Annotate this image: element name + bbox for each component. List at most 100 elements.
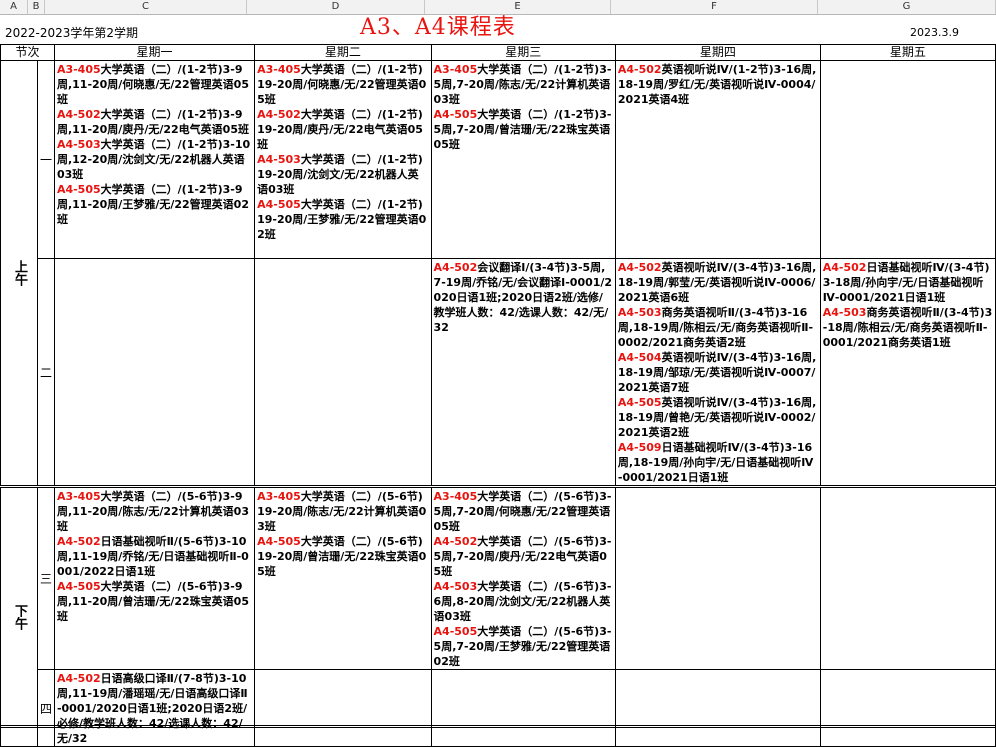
column-header-a[interactable]: A (0, 0, 28, 14)
room-code: A4-502 (822, 261, 867, 274)
room-code: A3-405 (56, 490, 101, 503)
course-entry: A4-504英语视听说Ⅳ/(3-4节)3-16周,18-19周/邹琼/无/英语视… (618, 350, 818, 395)
room-code: A4-505 (433, 108, 478, 121)
schedule-cell[interactable] (254, 669, 432, 747)
schedule-cell[interactable]: A3-405大学英语（二）/(5-6节)3-5周,7-20周/何晓惠/无/22管… (430, 485, 616, 670)
room-code: A4-505 (56, 580, 101, 593)
room-code: A3-405 (433, 490, 478, 503)
course-entry: A4-505大学英语（二）/(1-2节)3-9周,11-20周/王梦雅/无/22… (57, 182, 252, 227)
course-entry: A4-505大学英语（二）/(1-2节)3-5周,7-20周/曾洁珊/无/22珠… (434, 107, 613, 152)
column-header-c[interactable]: C (45, 0, 247, 14)
course-entry: A4-505大学英语（二）/(5-6节)3-9周,11-20周/曾洁珊/无/22… (57, 579, 252, 624)
date-label: 2023.3.9 (910, 26, 959, 39)
course-entry: A4-502大学英语（二）/(5-6节)3-5周,7-20周/庾丹/无/22电气… (434, 534, 613, 579)
course-entry: A4-502英语视听说Ⅳ/(1-2节)3-16周,18-19周/罗红/无/英语视… (618, 62, 818, 107)
table-row-period-1: 上午 一 A3-405大学英语（二）/(1-2节)3-9周,11-20周/何晓惠… (0, 60, 996, 487)
room-code: A3-405 (257, 63, 301, 76)
course-entry: A3-405大学英语（二）/(1-2节)3-9周,11-20周/何晓惠/无/22… (57, 62, 252, 107)
schedule-cell[interactable]: A3-405大学英语（二）/(5-6节)3-9周,11-20周/陈志/无/22计… (53, 485, 256, 670)
room-code: A4-505 (257, 198, 301, 211)
column-header-b[interactable]: B (28, 0, 45, 14)
course-entry: A4-505英语视听说Ⅳ/(3-4节)3-16周,18-19周/曾艳/无/英语视… (618, 395, 818, 440)
column-header-d[interactable]: D (247, 0, 425, 14)
spreadsheet: A B C D E F G 2022-2023学年第2学期 A3、A4课程表 2… (0, 0, 996, 747)
period-label: 一 (37, 60, 55, 259)
column-header-e[interactable]: E (425, 0, 611, 14)
period-label: 三 (37, 485, 55, 670)
room-code: A4-504 (617, 351, 662, 364)
schedule-cell[interactable]: A4-502会议翻译Ⅰ/(3-4节)3-5周,7-19周/乔铭/无/会议翻译Ⅰ-… (430, 258, 616, 487)
schedule-cell[interactable]: A4-502日语高级口译Ⅱ/(7-8节)3-10周,11-19周/潘瑶瑶/无/日… (53, 669, 256, 747)
schedule-cell[interactable] (53, 258, 256, 487)
day-header-tue: 星期二 (254, 44, 432, 61)
room-code: A4-502 (617, 63, 662, 76)
schedule-cell[interactable] (614, 485, 821, 670)
column-header-g[interactable]: G (818, 0, 996, 14)
schedule-cell[interactable] (254, 258, 432, 487)
room-code: A4-509 (617, 441, 662, 454)
course-entry: A4-503大学英语（二）/(1-2节)19-20周/沈剑文/无/22机器人英语… (257, 152, 428, 197)
course-entry: A3-405大学英语（二）/(1-2节)19-20周/何晓惠/无/22管理英语0… (257, 62, 428, 107)
period-label: 二 (37, 258, 55, 487)
room-code: A3-405 (257, 490, 301, 503)
course-entry: A4-502大学英语（二）/(1-2节)19-20周/庾丹/无/22电气英语05… (257, 107, 428, 152)
day-header-wed: 星期三 (430, 44, 616, 61)
room-code: A4-502 (257, 108, 301, 121)
schedule-cell[interactable]: A3-405大学英语（二）/(5-6节)19-20周/陈志/无/22计算机英语0… (254, 485, 432, 670)
schedule-cell[interactable] (614, 669, 821, 747)
course-entry: A4-503大学英语（二）/(1-2节)3-10周,12-20周/沈剑文/无/2… (57, 137, 252, 182)
course-entry: A4-502日语基础视听Ⅱ/(5-6节)3-10周,11-19周/乔铭/无/日语… (57, 534, 252, 579)
room-code: A4-505 (617, 396, 662, 409)
room-code: A4-503 (617, 306, 662, 319)
timetable: 节次 星期一 星期二 星期三 星期四 星期五 上午 一 A3-405大学英语（二… (0, 44, 996, 747)
schedule-cell[interactable]: A3-405大学英语（二）/(1-2节)19-20周/何晓惠/无/22管理英语0… (254, 60, 432, 259)
room-code: A3-405 (56, 63, 101, 76)
schedule-cell[interactable] (430, 669, 616, 747)
course-entry: A4-505大学英语（二）/(5-6节)3-5周,7-20周/王梦雅/无/22管… (434, 624, 613, 669)
bottom-border (0, 725, 996, 728)
table-row-period-2: 二 A4-502会议翻译Ⅰ/(3-4节)3-5周,7-19周/乔铭/无/会议翻译… (1, 258, 996, 487)
title-row: 2022-2023学年第2学期 A3、A4课程表 2023.3.9 (0, 14, 996, 44)
day-header-mon: 星期一 (53, 44, 256, 61)
room-code: A4-502 (617, 261, 662, 274)
header-row: 节次 星期一 星期二 星期三 星期四 星期五 (0, 44, 996, 61)
room-code: A4-502 (433, 261, 478, 274)
room-code: A4-503 (433, 580, 478, 593)
course-entry: A4-505大学英语（二）/(1-2节)19-20周/王梦雅/无/22管理英语0… (257, 197, 428, 242)
schedule-cell[interactable] (819, 485, 996, 670)
course-entry: A3-405大学英语（二）/(5-6节)3-9周,11-20周/陈志/无/22计… (56, 490, 252, 535)
room-code: A4-503 (56, 138, 101, 151)
course-entry: A4-502英语视听说Ⅳ/(3-4节)3-16周,18-19周/郭莹/无/英语视… (618, 260, 818, 305)
course-entry: A4-505大学英语（二）/(5-6节)19-20周/曾洁珊/无/22珠宝英语0… (257, 534, 428, 579)
schedule-cell[interactable]: A4-502英语视听说Ⅳ/(1-2节)3-16周,18-19周/罗红/无/英语视… (614, 60, 821, 259)
room-code: A4-505 (257, 535, 301, 548)
schedule-cell[interactable]: A3-405大学英语（二）/(1-2节)3-9周,11-20周/何晓惠/无/22… (53, 60, 256, 259)
section-label-morning: 上午 (0, 60, 38, 487)
course-entry: A4-503商务英语视听Ⅱ/(3-4节)3-18周/陈相云/无/商务英语视听Ⅱ-… (823, 305, 993, 350)
course-entry: A4-509日语基础视听Ⅳ/(3-4节)3-16周,18-19周/孙向宇/无/日… (618, 440, 818, 485)
schedule-cell[interactable] (819, 60, 996, 259)
table-row-period-4: 四 A4-502日语高级口译Ⅱ/(7-8节)3-10周,11-19周/潘瑶瑶/无… (1, 669, 996, 747)
room-code: A4-505 (56, 183, 101, 196)
schedule-cell[interactable]: A4-502日语基础视听Ⅳ/(3-4节)3-18周/孙向宇/无/日语基础视听Ⅳ-… (819, 258, 996, 487)
table-row-period-3: 下午 三 A3-405大学英语（二）/(5-6节)3-9周,11-20周/陈志/… (0, 485, 996, 747)
day-header-thu: 星期四 (614, 44, 821, 61)
room-code: A4-502 (56, 535, 101, 548)
section-label-afternoon: 下午 (0, 485, 38, 747)
period-label: 四 (37, 669, 55, 747)
course-entry: A3-405大学英语（二）/(5-6节)3-5周,7-20周/何晓惠/无/22管… (433, 490, 613, 535)
room-code: A4-502 (56, 672, 101, 685)
course-entry: A4-503商务英语视听Ⅱ/(3-4节)3-16周,18-19周/陈相云/无/商… (618, 305, 818, 350)
schedule-cell[interactable]: A3-405大学英语（二）/(1-2节)3-5周,7-20周/陈志/无/22计算… (430, 60, 616, 259)
room-code: A4-502 (56, 108, 101, 121)
room-code: A3-405 (433, 63, 478, 76)
course-entry: A4-502大学英语（二）/(1-2节)3-9周,11-20周/庾丹/无/22电… (57, 107, 252, 137)
period-header: 节次 (0, 44, 55, 61)
schedule-cell[interactable] (819, 669, 996, 747)
course-entry: A3-405大学英语（二）/(5-6节)19-20周/陈志/无/22计算机英语0… (257, 490, 428, 535)
course-entry: A4-502日语基础视听Ⅳ/(3-4节)3-18周/孙向宇/无/日语基础视听Ⅳ-… (823, 260, 993, 305)
course-entry: A3-405大学英语（二）/(1-2节)3-5周,7-20周/陈志/无/22计算… (434, 62, 613, 107)
column-header-f[interactable]: F (611, 0, 818, 14)
schedule-cell[interactable]: A4-502英语视听说Ⅳ/(3-4节)3-16周,18-19周/郭莹/无/英语视… (614, 258, 821, 487)
room-code: A4-502 (433, 535, 478, 548)
